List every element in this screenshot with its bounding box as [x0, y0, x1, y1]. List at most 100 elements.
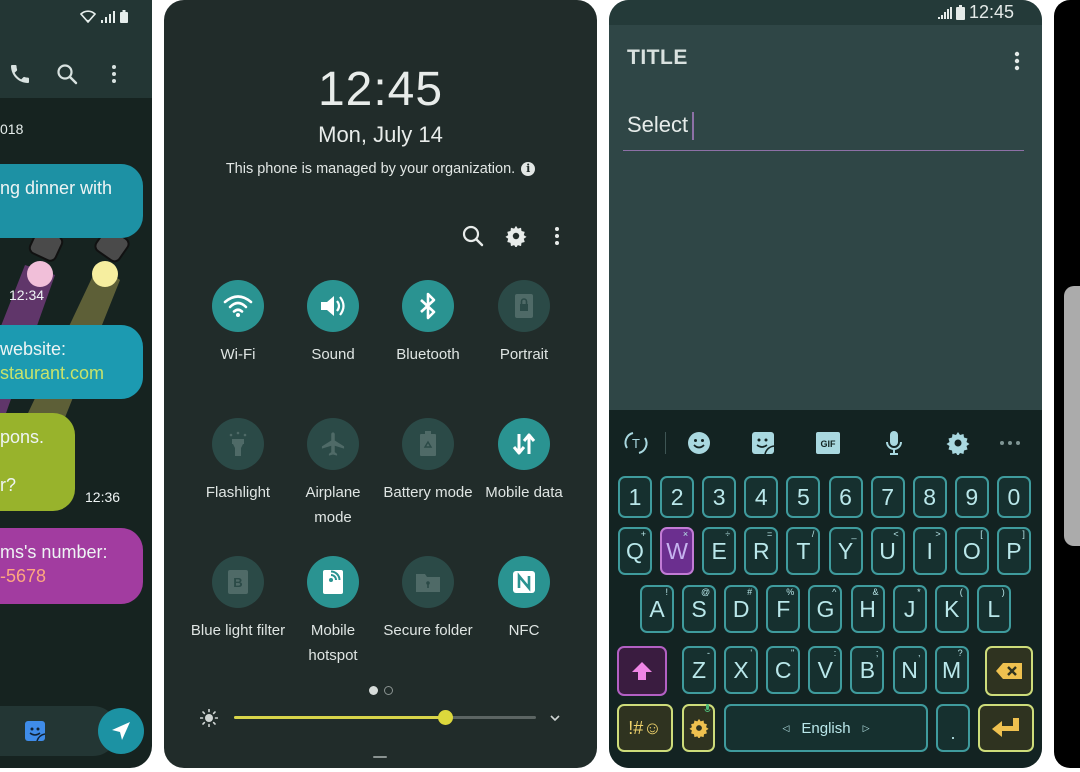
key-g[interactable]: G ^ — [808, 585, 843, 633]
key-x[interactable]: X ' — [724, 646, 759, 694]
chevron-down-icon[interactable] — [549, 712, 561, 724]
tile-blue-light-filter[interactable]: B Blue light filter — [190, 556, 286, 643]
message-bubble[interactable]: ms's number: -5678 — [0, 528, 143, 604]
key-0[interactable]: 0 — [996, 476, 1031, 518]
tile-flashlight[interactable]: Flashlight — [190, 418, 286, 505]
tile-toggle[interactable] — [402, 280, 454, 332]
key-e[interactable]: E ÷ — [702, 527, 737, 575]
message-bubble[interactable]: website: staurant.com — [0, 325, 143, 399]
key-w[interactable]: W × — [660, 527, 695, 575]
period-key[interactable]: . — [936, 704, 970, 752]
key-3[interactable]: 3 — [702, 476, 737, 518]
sticker-icon[interactable] — [25, 721, 45, 741]
gif-icon[interactable]: GIF — [813, 428, 843, 458]
key-6[interactable]: 6 — [828, 476, 863, 518]
key-y[interactable]: Y _ — [828, 527, 863, 575]
key-q[interactable]: Q + — [618, 527, 652, 575]
tile-sound[interactable]: Sound — [285, 280, 381, 367]
key-2[interactable]: 2 — [660, 476, 695, 518]
more-vertical-icon[interactable] — [1012, 50, 1022, 72]
tile-toggle[interactable] — [212, 418, 264, 470]
tile-battery-mode[interactable]: Battery mode — [380, 418, 476, 505]
key-l[interactable]: L) — [976, 585, 1011, 633]
edge-panel-handle[interactable] — [1064, 286, 1080, 546]
key-4[interactable]: 4 — [744, 476, 779, 518]
tile-toggle[interactable] — [307, 280, 359, 332]
key-9[interactable]: 9 — [954, 476, 989, 518]
key-5[interactable]: 5 — [786, 476, 821, 518]
sticker-icon[interactable] — [748, 428, 778, 458]
key-j[interactable]: J * — [892, 585, 927, 633]
page-dot[interactable] — [384, 686, 393, 695]
key-z[interactable]: Z- — [682, 646, 716, 694]
settings-icon[interactable] — [505, 225, 527, 247]
brightness-slider[interactable] — [234, 710, 536, 725]
tile-toggle[interactable] — [498, 418, 550, 470]
tile-toggle[interactable] — [402, 418, 454, 470]
phone-icon[interactable] — [8, 62, 32, 86]
mic-icon[interactable] — [879, 428, 909, 458]
tile-secure-folder[interactable]: Secure folder — [380, 556, 476, 643]
backspace-key[interactable] — [985, 646, 1033, 696]
key-p[interactable]: P] — [996, 527, 1031, 575]
key-o[interactable]: O[ — [954, 527, 989, 575]
tile-portrait[interactable]: Portrait — [476, 280, 572, 367]
symbols-key[interactable]: !#☺ — [617, 704, 673, 752]
message-link[interactable]: staurant.com — [0, 361, 125, 385]
key-r[interactable]: R = — [744, 527, 779, 575]
key-a[interactable]: A! — [640, 585, 674, 633]
key-t[interactable]: T / — [786, 527, 821, 575]
tile-airplane-mode[interactable]: Airplane mode — [285, 418, 381, 530]
message-bubble[interactable]: ng dinner with — [0, 164, 143, 238]
panel-drag-handle[interactable] — [373, 756, 387, 758]
tile-bluetooth[interactable]: Bluetooth — [380, 280, 476, 367]
key-d[interactable]: D # — [724, 585, 759, 633]
key-u[interactable]: U < — [870, 527, 905, 575]
tile-toggle[interactable] — [498, 556, 550, 608]
tile-toggle[interactable] — [402, 556, 454, 608]
tile-nfc[interactable]: NFC — [476, 556, 572, 643]
key-m[interactable]: M? — [934, 646, 969, 694]
more-vertical-icon[interactable] — [547, 224, 567, 248]
tile-mobile-hotspot[interactable]: Mobile hotspot — [285, 556, 381, 668]
search-icon[interactable] — [461, 224, 485, 248]
more-horizontal-icon[interactable] — [995, 428, 1025, 458]
space-bar[interactable]: ◁ English ▷ — [724, 704, 928, 752]
tile-toggle[interactable]: B — [212, 556, 264, 608]
key-b[interactable]: B; — [850, 646, 885, 694]
tile-toggle[interactable] — [307, 418, 359, 470]
key-h[interactable]: H & — [850, 585, 885, 633]
brightness-thumb[interactable] — [438, 710, 454, 725]
tile-mobile-data[interactable]: Mobile data — [476, 418, 572, 505]
tile-toggle[interactable] — [498, 280, 550, 332]
page-dot-active[interactable] — [369, 686, 378, 695]
search-icon[interactable] — [55, 62, 79, 86]
tile-toggle[interactable] — [212, 280, 264, 332]
info-icon[interactable]: i — [521, 162, 536, 176]
key-8[interactable]: 8 — [912, 476, 947, 518]
tile-toggle[interactable] — [307, 556, 359, 608]
key-7[interactable]: 7 — [870, 476, 905, 518]
keyboard-settings-key[interactable] — [682, 704, 715, 752]
text-mode-icon[interactable]: T — [621, 428, 651, 458]
enter-key[interactable] — [978, 704, 1034, 752]
message-phone-number[interactable]: -5678 — [0, 564, 125, 588]
settings-icon[interactable] — [943, 428, 973, 458]
text-input[interactable]: Select — [623, 110, 1024, 151]
key-i[interactable]: I > — [912, 527, 947, 575]
key-s[interactable]: S @ — [682, 585, 717, 633]
key-n[interactable]: N, — [892, 646, 927, 694]
key-f[interactable]: F% — [766, 585, 801, 633]
key-k[interactable]: K( — [934, 585, 969, 633]
key-1[interactable]: 1 — [618, 476, 652, 518]
key-c[interactable]: C " — [766, 646, 801, 694]
send-button[interactable] — [98, 708, 144, 754]
managed-notice[interactable]: This phone is managed by your organizati… — [164, 161, 597, 177]
page-indicator — [369, 686, 393, 695]
shift-key[interactable] — [617, 646, 667, 696]
tile-wifi[interactable]: Wi-Fi — [190, 280, 286, 367]
emoji-icon[interactable] — [684, 428, 714, 458]
message-bubble[interactable]: pons. r? — [0, 413, 75, 511]
more-vertical-icon[interactable] — [102, 62, 126, 86]
key-v[interactable]: V: — [808, 646, 843, 694]
